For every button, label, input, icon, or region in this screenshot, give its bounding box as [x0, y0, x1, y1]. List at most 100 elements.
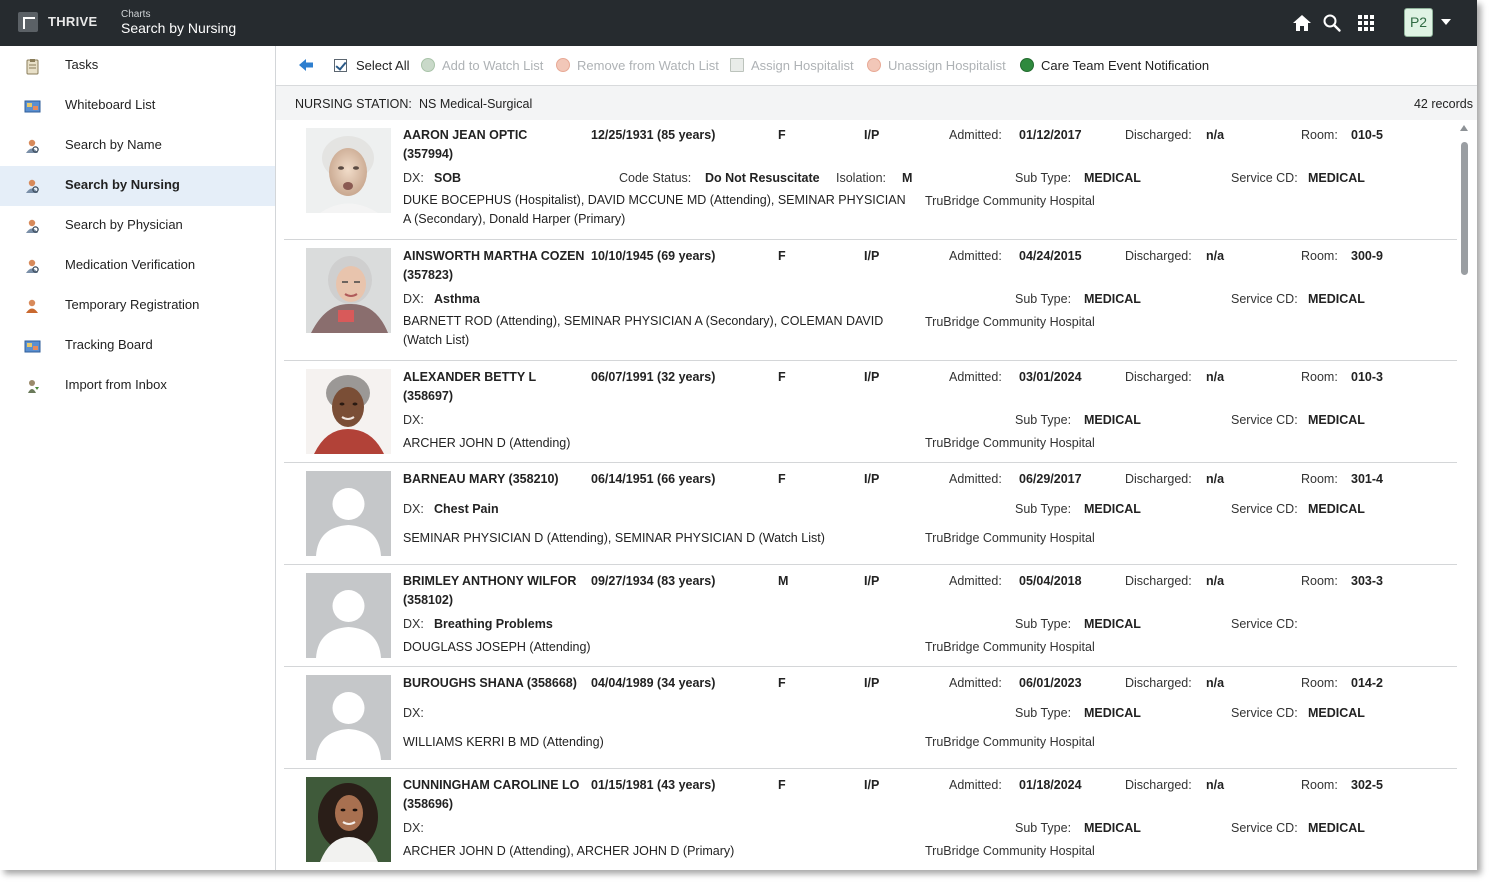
patient-card[interactable]: AARON JEAN OPTIC (357994) 12/25/1931 (85 y… — [284, 120, 1457, 240]
dx-value: SOB — [434, 171, 462, 185]
patient-dob: 06/14/1951 (66 years) — [591, 472, 716, 486]
service-cd-label: Service CD: — [1231, 502, 1298, 516]
dx-label: DX: — [403, 171, 424, 185]
room-value: 302-5 — [1351, 778, 1383, 792]
remove-circle-icon — [556, 58, 570, 72]
facility-name: TruBridge Community Hospital — [925, 844, 1095, 858]
patient-card[interactable]: ALEXANDER BETTY L (358697) 06/07/1991 (32 … — [284, 361, 1457, 463]
care-providers: WILLIAMS KERRI B MD (Attending) — [403, 735, 604, 749]
patient-card[interactable]: BARNEAU MARY (358210) 06/14/1951 (66 year… — [284, 463, 1457, 565]
sidebar-item-label: Tracking Board — [65, 337, 153, 352]
service-cd-label: Service CD: — [1231, 413, 1298, 427]
unassign-hospitalist-button[interactable]: Unassign Hospitalist — [867, 58, 1006, 76]
sidebar-item-medication-verification[interactable]: Medication Verification — [0, 246, 275, 286]
sidebar-item-tracking-board[interactable]: Tracking Board — [0, 326, 275, 366]
room-label: Room: — [1301, 472, 1338, 486]
admitted-date: 01/18/2024 — [1019, 778, 1082, 792]
plus-circle-icon — [421, 58, 435, 72]
sub-type-label: Sub Type: — [1015, 502, 1072, 516]
remove-from-watch-list-label: Remove from Watch List — [577, 58, 719, 73]
add-to-watch-list-label: Add to Watch List — [442, 58, 544, 73]
admitted-label: Admitted: — [949, 249, 1002, 263]
person-search-icon — [24, 138, 41, 155]
patient-dob: 09/27/1934 (83 years) — [591, 574, 716, 588]
patient-photo-placeholder — [306, 573, 391, 658]
service-cd-label: Service CD: — [1231, 617, 1298, 631]
sub-type-label: Sub Type: — [1015, 617, 1072, 631]
service-cd-value: MEDICAL — [1308, 171, 1365, 185]
patient-sex: F — [778, 128, 786, 142]
patient-name: BARNEAU MARY (358210) — [403, 472, 559, 486]
admitted-label: Admitted: — [949, 128, 1002, 142]
scrollbar-thumb[interactable] — [1461, 142, 1468, 275]
person-search-icon — [24, 258, 41, 275]
dx-value: Chest Pain — [434, 502, 499, 516]
add-to-watch-list-button[interactable]: Add to Watch List — [421, 58, 543, 76]
admitted-label: Admitted: — [949, 676, 1002, 690]
scroll-up-arrow-icon[interactable] — [1460, 125, 1468, 131]
discharged-value: n/a — [1206, 574, 1225, 588]
user-menu-caret-icon[interactable] — [1441, 19, 1451, 25]
isolation-value: M — [902, 171, 913, 185]
isolation-label: Isolation: — [836, 171, 887, 185]
thrive-logo-icon[interactable] — [18, 12, 38, 32]
sidebar-item-temporary-registration[interactable]: Temporary Registration — [0, 286, 275, 326]
admitted-date: 04/24/2015 — [1019, 249, 1082, 263]
top-bar: THRIVE Charts Search by Nursing P2 — [0, 0, 1477, 46]
discharged-value: n/a — [1206, 128, 1225, 142]
facility-name: TruBridge Community Hospital — [925, 735, 1095, 749]
room-label: Room: — [1301, 778, 1338, 792]
assign-hospitalist-label: Assign Hospitalist — [751, 58, 854, 73]
import-icon — [24, 378, 41, 395]
facility-name: TruBridge Community Hospital — [925, 194, 1095, 208]
patient-id: (358696) — [403, 797, 454, 811]
sub-type-value: MEDICAL — [1084, 617, 1141, 631]
service-cd-label: Service CD: — [1231, 171, 1298, 185]
assign-hospitalist-button[interactable]: Assign Hospitalist — [730, 58, 854, 76]
patient-card[interactable]: BRIMLEY ANTHONY WILFOR (358102) 09/27/1934… — [284, 565, 1457, 667]
breadcrumb-section[interactable]: Charts — [121, 9, 150, 20]
patient-card[interactable]: AINSWORTH MARTHA COZEN (357823) 10/10/1945… — [284, 240, 1457, 361]
room-value: 010-5 — [1351, 128, 1383, 142]
patient-sex: M — [778, 574, 789, 588]
patient-dob: 10/10/1945 (69 years) — [591, 249, 716, 263]
code-status-value: Do Not Resuscitate — [705, 171, 820, 185]
search-icon[interactable] — [1321, 12, 1343, 34]
room-value: 014-2 — [1351, 676, 1383, 690]
service-cd-value: MEDICAL — [1308, 706, 1365, 720]
patient-name: AINSWORTH MARTHA COZEN — [403, 249, 585, 263]
room-label: Room: — [1301, 574, 1338, 588]
sub-type-value: MEDICAL — [1084, 502, 1141, 516]
apps-grid-icon[interactable] — [1355, 12, 1377, 34]
patient-card[interactable]: CUNNINGHAM CAROLINE LO (358696) 01/15/1981… — [284, 769, 1457, 870]
dx-label: DX: — [403, 821, 424, 835]
care-providers: ARCHER JOHN D (Attending), ARCHER JOHN D… — [403, 844, 735, 858]
sidebar-item-search-by-physician[interactable]: Search by Physician — [0, 206, 275, 246]
service-cd-label: Service CD: — [1231, 821, 1298, 835]
sub-type-value: MEDICAL — [1084, 706, 1141, 720]
patient-sex: F — [778, 370, 786, 384]
sidebar-item-tasks[interactable]: Tasks — [0, 46, 275, 86]
remove-from-watch-list-button[interactable]: Remove from Watch List — [556, 58, 719, 76]
care-team-event-notification-label: Care Team Event Notification — [1041, 58, 1210, 73]
back-arrow-icon[interactable] — [298, 58, 314, 72]
sidebar-item-search-by-name[interactable]: Search by Name — [0, 126, 275, 166]
user-avatar[interactable]: P2 — [1404, 8, 1433, 37]
sidebar-item-import-from-inbox[interactable]: Import from Inbox — [0, 366, 275, 406]
clipboard-icon — [24, 58, 41, 75]
checkbox-checked-icon[interactable] — [334, 59, 347, 72]
select-all-checkbox[interactable]: Select All — [334, 58, 409, 76]
sidebar-item-search-by-nursing[interactable]: Search by Nursing — [0, 166, 275, 206]
patient-type: I/P — [864, 472, 880, 486]
patient-card[interactable]: BUROUGHS SHANA (358668) 04/04/1989 (34 ye… — [284, 667, 1457, 769]
patient-sex: F — [778, 676, 786, 690]
sidebar-item-label: Temporary Registration — [65, 297, 200, 312]
patient-type: I/P — [864, 676, 880, 690]
sidebar-item-label: Medication Verification — [65, 257, 196, 272]
sidebar-item-whiteboard-list[interactable]: Whiteboard List — [0, 86, 275, 126]
admitted-label: Admitted: — [949, 472, 1002, 486]
discharged-value: n/a — [1206, 249, 1225, 263]
care-team-event-notification-button[interactable]: Care Team Event Notification — [1020, 58, 1209, 76]
discharged-label: Discharged: — [1125, 128, 1192, 142]
home-icon[interactable] — [1291, 12, 1313, 34]
